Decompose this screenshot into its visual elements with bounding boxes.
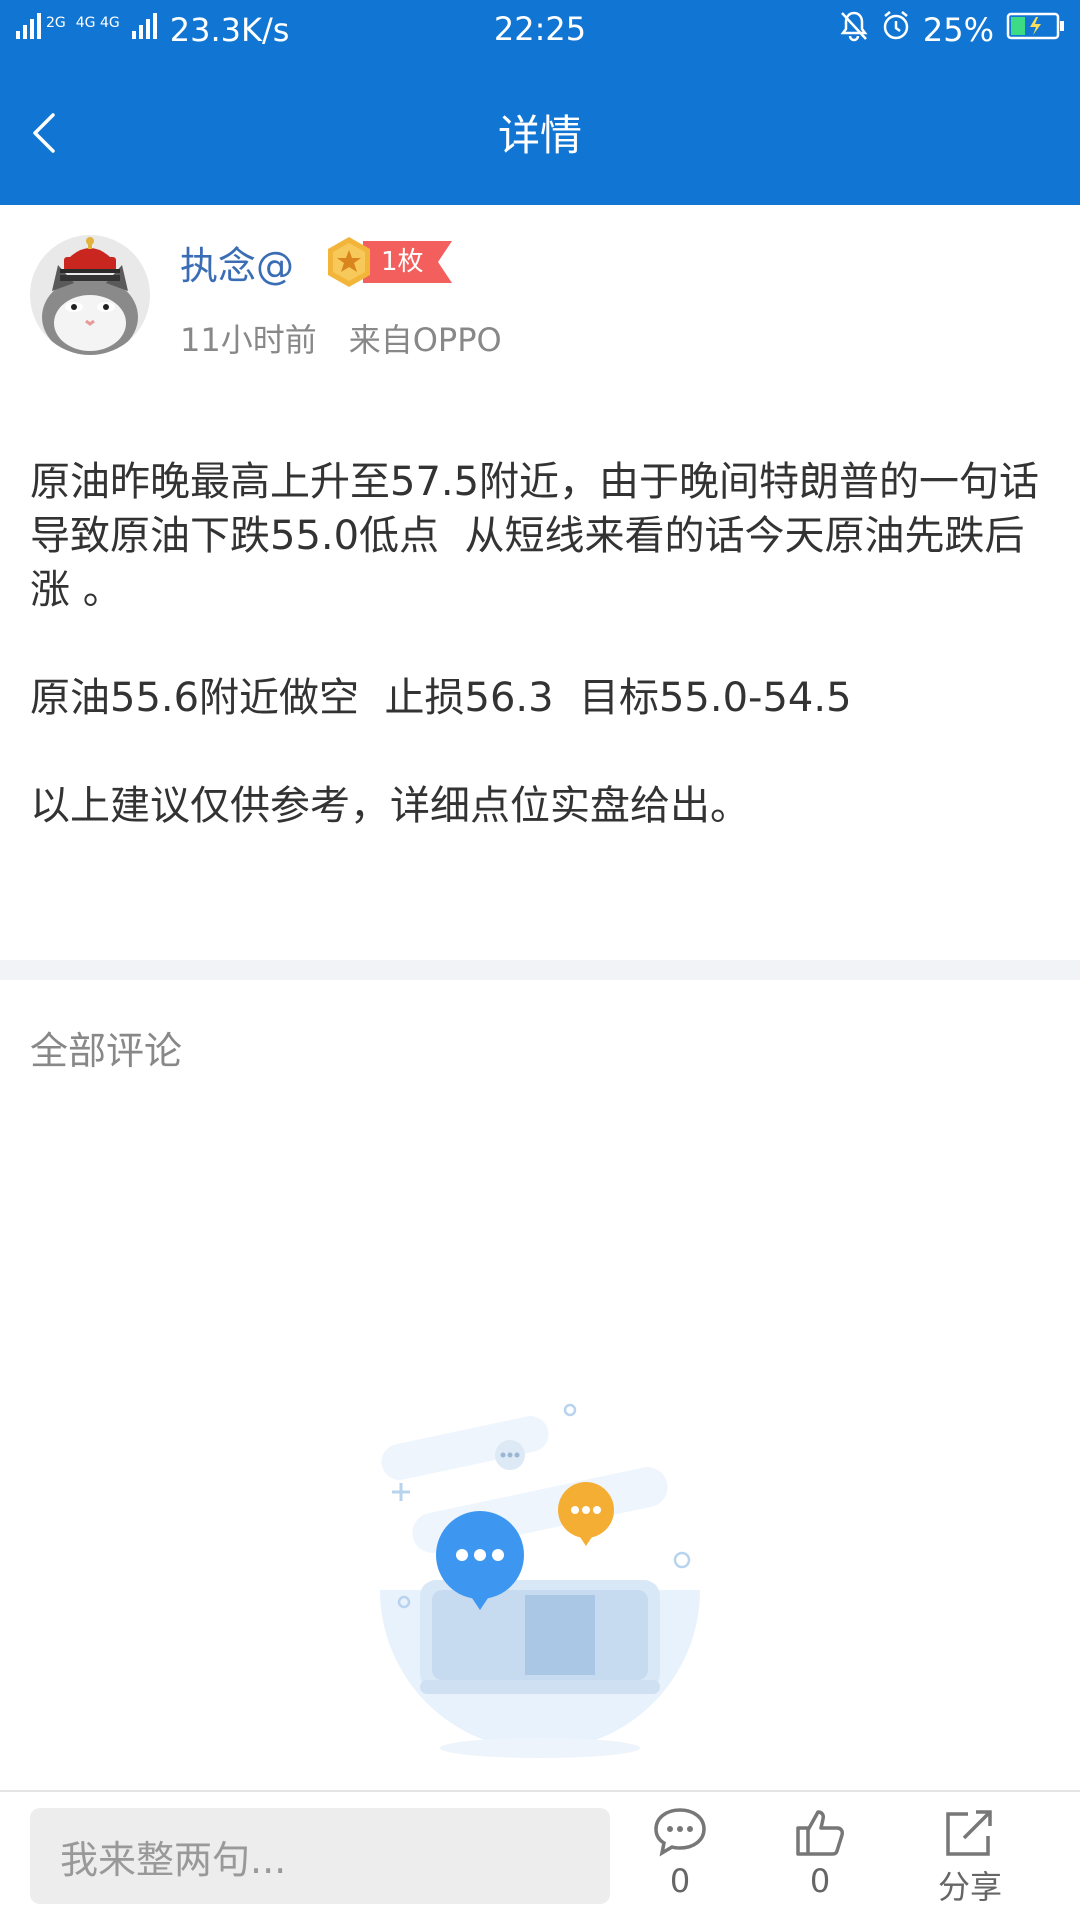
comment-button[interactable]: 0 [625,1806,735,1916]
page-title: 详情 [497,111,582,160]
bottom-action-bar: 我来整两句... 0 0 分享 [0,1790,1080,1920]
comment-count: 0 [669,1862,691,1900]
post-paragraph: 原油55.6附近做空 止损56.3 目标55.0-54.5 [30,675,852,721]
bell-off-icon [839,10,869,50]
header: 2G 4G 4G 23.3K/s 22:25 25% 详情 [0,0,1080,205]
share-label: 分享 [937,1868,1002,1906]
like-count: 0 [809,1862,831,1900]
nav-bar: 详情 [0,70,1080,195]
medal-count: 1枚 [363,241,452,283]
like-icon [796,1810,844,1856]
share-button[interactable]: 分享 [915,1806,1025,1916]
author-section: 执念@ 1枚 11小时前 来自OPPO [0,205,1080,375]
post-source: 来自OPPO [348,321,502,359]
post-time: 11小时前 [180,321,317,359]
status-bar: 2G 4G 4G 23.3K/s 22:25 25% [0,0,1080,56]
battery-icon [1006,11,1066,49]
comment-icon [654,1808,706,1857]
avatar[interactable] [30,235,150,355]
post-content: 原油昨晚最高上升至57.5附近，由于晚间特朗普的一句话导致原油下跌55.0低点 … [30,455,1050,887]
share-icon [946,1810,992,1856]
medal-icon [328,237,370,287]
empty-comments-illustration [350,1380,730,1770]
comment-input[interactable]: 我来整两句... [30,1808,610,1904]
alarm-icon [881,10,911,50]
section-divider [0,960,1080,980]
status-right: 25% [839,10,1066,50]
comments-section-title: 全部评论 [30,1029,183,1073]
detail-page: 2G 4G 4G 23.3K/s 22:25 25% 详情 执念@ 1枚 11小… [0,0,1080,1920]
battery-percent: 25% [922,11,994,49]
post-paragraph: 原油昨晚最高上升至57.5附近，由于晚间特朗普的一句话导致原油下跌55.0低点 … [30,459,1040,613]
like-button[interactable]: 0 [765,1806,875,1916]
comment-input-placeholder: 我来整两句... [60,1837,287,1882]
post-meta: 11小时前 来自OPPO [180,315,502,361]
author-name[interactable]: 执念@ [180,235,294,290]
post-paragraph: 以上建议仅供参考，详细点位实盘给出。 [30,783,750,829]
medal-badge[interactable]: 1枚 [325,235,452,289]
